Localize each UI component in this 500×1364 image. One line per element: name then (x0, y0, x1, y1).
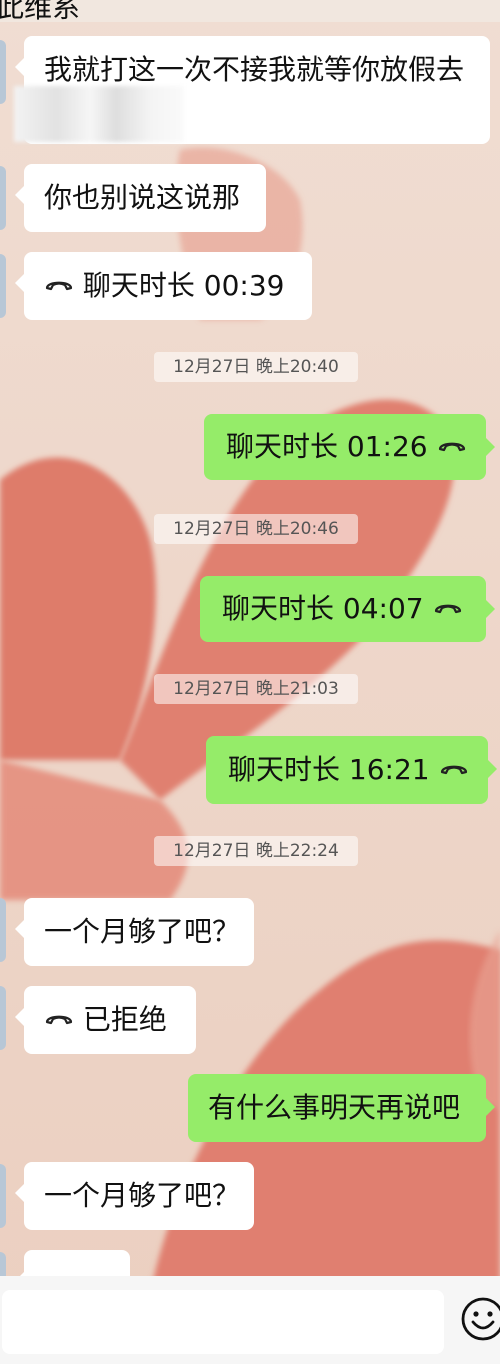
call-record-bubble[interactable]: 已拒绝 (15, 986, 196, 1054)
call-record-bubble-sent[interactable]: 聊天时长 16:21 (206, 736, 497, 804)
phone-hangup-icon (438, 442, 465, 452)
message-text: 你也别说这说那 (44, 181, 241, 214)
chat-header: 此维系 (0, 0, 500, 22)
call-duration-text: 聊天时长 16:21 (228, 753, 430, 786)
message-text: 我就打这一次不接我就等你放假去 (44, 53, 465, 86)
call-record-bubble[interactable]: 聊天时长 00:39 (15, 252, 312, 320)
call-duration-text: 聊天时长 01:26 (226, 430, 428, 463)
message-text: 有什么事明天再说吧 (208, 1091, 461, 1124)
timestamp: 12月27日 晚上22:24 (154, 836, 358, 866)
call-status-text: 已拒绝 (82, 1003, 167, 1036)
message-bubble-received[interactable]: 一个月够了吧？ (15, 1162, 254, 1230)
avatar[interactable] (0, 898, 6, 962)
phone-hangup-icon (440, 765, 467, 775)
call-record-bubble-sent[interactable]: 聊天时长 01:26 (204, 414, 495, 480)
avatar[interactable] (0, 1164, 6, 1228)
timestamp: 12月27日 晚上20:46 (154, 514, 358, 544)
redacted-area (14, 86, 184, 142)
message-text: 一个月够了吧？ (44, 1179, 241, 1212)
input-bar (0, 1276, 500, 1364)
avatar[interactable] (0, 986, 6, 1050)
heart-shape (0, 457, 156, 760)
message-text: 一个月够了吧？ (44, 915, 241, 948)
phone-hangup-icon (434, 604, 461, 614)
call-record-bubble-sent[interactable]: 聊天时长 04:07 (200, 576, 495, 642)
message-bubble-received[interactable]: 一个月够了吧？ (15, 898, 254, 966)
call-duration-text: 聊天时长 00:39 (82, 269, 285, 302)
phone-hangup-icon (45, 281, 73, 291)
phone-hangup-icon (45, 1015, 73, 1025)
chat-title: 此维系 (0, 0, 81, 22)
message-bubble-sent[interactable]: 有什么事明天再说吧 (188, 1074, 495, 1142)
call-duration-text: 聊天时长 04:07 (222, 592, 424, 625)
avatar[interactable] (0, 166, 6, 230)
smile-emoji-icon[interactable] (460, 1296, 500, 1342)
message-bubble-received[interactable]: 你也别说这说那 (15, 164, 266, 232)
timestamp: 12月27日 晚上20:40 (154, 352, 358, 382)
message-input[interactable] (2, 1290, 444, 1354)
avatar[interactable] (0, 254, 6, 318)
timestamp: 12月27日 晚上21:03 (154, 674, 358, 704)
avatar[interactable] (0, 40, 6, 104)
